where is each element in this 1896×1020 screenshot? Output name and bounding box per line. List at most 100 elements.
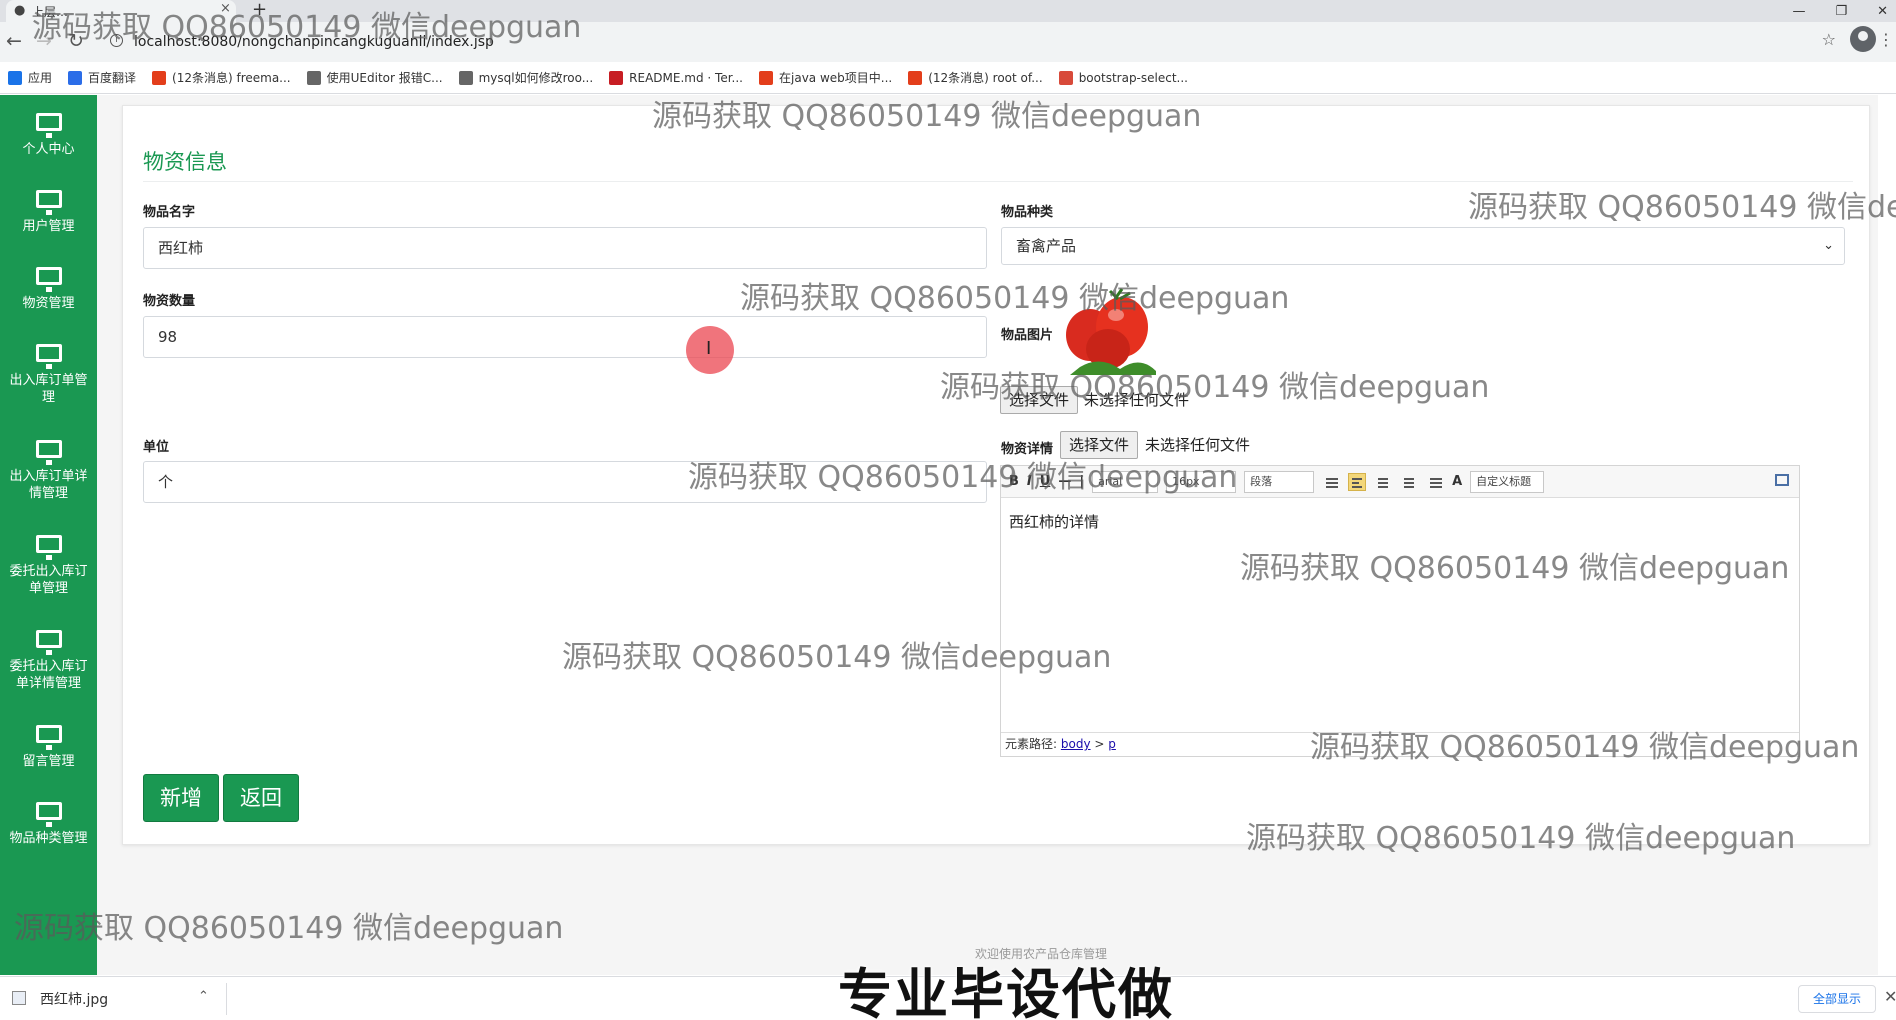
browser-titlebar: ● 上层… × + — ❐ ✕ xyxy=(0,0,1896,22)
sidebar: 个人中心 用户管理 物资管理 出入库订单管理 出入库订单详情管理 委托出入库订单… xyxy=(0,95,97,975)
strikethrough-icon[interactable]: — xyxy=(1058,474,1071,489)
bookmark-item[interactable]: bootstrap-select... xyxy=(1058,70,1188,85)
name-input[interactable]: 西红柿 xyxy=(143,227,987,269)
profile-avatar-icon[interactable] xyxy=(1850,26,1876,52)
sidebar-item-consign-order-management[interactable]: 委托出入库订单管理 xyxy=(0,535,97,597)
info-icon[interactable]: i xyxy=(110,34,123,47)
align-justify-icon[interactable] xyxy=(1426,473,1444,491)
sidebar-item-personal-center[interactable]: 个人中心 xyxy=(0,113,97,158)
paragraph-select[interactable]: 段落 xyxy=(1244,470,1315,493)
bookmark-star-icon[interactable]: ☆ xyxy=(1822,30,1836,49)
unit-input[interactable]: 个 xyxy=(143,461,987,503)
quantity-input[interactable]: 98 xyxy=(143,316,987,358)
bookmark-label: 在java web项目中... xyxy=(779,71,893,85)
url-field[interactable]: i localhost:8080/nongchanpincangkuguanli… xyxy=(100,28,1840,56)
address-bar-row: ← → ↻ i localhost:8080/nongchanpincangku… xyxy=(0,22,1896,62)
product-image xyxy=(1066,288,1156,375)
sidebar-item-message-management[interactable]: 留言管理 xyxy=(0,725,97,770)
sidebar-item-category-management[interactable]: 物品种类管理 xyxy=(0,802,97,847)
forward-icon[interactable]: → xyxy=(36,30,52,52)
sidebar-item-label: 出入库订单管理 xyxy=(9,373,88,405)
font-color-icon[interactable]: A xyxy=(1452,474,1462,489)
font-family-select[interactable]: arial xyxy=(1092,470,1159,493)
unit-label: 单位 xyxy=(143,440,170,455)
gitee-icon xyxy=(609,70,624,85)
minimize-icon[interactable]: — xyxy=(1792,4,1805,19)
sidebar-item-inout-order-detail-management[interactable]: 出入库订单详情管理 xyxy=(0,440,97,502)
sidebar-item-label: 留言管理 xyxy=(22,754,75,769)
add-button[interactable]: 新增 xyxy=(143,774,219,822)
back-button[interactable]: 返回 xyxy=(223,774,299,822)
category-select[interactable]: 畜禽产品 ⌄ xyxy=(1001,227,1845,265)
element-path-label: 元素路径: xyxy=(1005,737,1058,751)
bookmark-label: mysql如何修改roo... xyxy=(478,71,594,85)
download-file-name[interactable]: 西红柿.jpg xyxy=(40,989,108,1009)
new-tab-icon[interactable]: + xyxy=(252,0,267,20)
image-file-button[interactable]: 选择文件 xyxy=(1000,386,1079,414)
bookmarks-bar: 应用 百度翻译 (12条消息) freema... 使用UEditor 报错C... m… xyxy=(0,62,1896,94)
bookmark-item[interactable]: mysql如何修改roo... xyxy=(458,69,594,86)
align-center-icon[interactable] xyxy=(1374,473,1392,491)
italic-icon[interactable]: I xyxy=(1027,474,1032,489)
bookmark-item[interactable]: 百度翻译 xyxy=(68,69,136,86)
bookmark-item[interactable]: README.md · Ter... xyxy=(609,70,743,85)
bookmark-label: (12条消息) freema... xyxy=(172,71,291,85)
browser-menu-icon[interactable]: ⋮ xyxy=(1878,30,1894,49)
underline-icon[interactable]: U xyxy=(1040,474,1051,489)
back-icon[interactable]: ← xyxy=(6,30,22,52)
chevron-up-icon[interactable]: ⌃ xyxy=(198,989,209,1004)
align-right-icon[interactable] xyxy=(1400,473,1418,491)
link-icon xyxy=(458,70,473,85)
reload-icon[interactable]: ↻ xyxy=(68,30,84,52)
title-divider xyxy=(143,181,1853,182)
quantity-label: 物资数量 xyxy=(143,294,196,309)
bookmark-item[interactable]: (12条消息) freema... xyxy=(152,69,291,86)
bookmark-label: README.md · Ter... xyxy=(629,70,743,85)
element-path-body-link[interactable]: body xyxy=(1061,737,1091,751)
detail-file-button[interactable]: 选择文件 xyxy=(1060,431,1139,459)
monitor-icon xyxy=(35,440,62,465)
close-download-bar-icon[interactable]: ✕ xyxy=(1884,987,1896,1006)
bookmark-item[interactable]: 应用 xyxy=(8,69,52,86)
element-path-p-link[interactable]: p xyxy=(1108,737,1116,751)
sidebar-item-supplies-management[interactable]: 物资管理 xyxy=(0,267,97,312)
apps-grid-icon xyxy=(8,70,22,85)
restore-icon[interactable]: ❐ xyxy=(1835,4,1847,19)
table-icon[interactable] xyxy=(1322,473,1340,491)
close-window-icon[interactable]: ✕ xyxy=(1877,4,1888,19)
fullscreen-icon[interactable] xyxy=(1775,474,1789,486)
detail-file-status: 未选择任何文件 xyxy=(1145,436,1251,454)
bookmark-item[interactable]: (12条消息) root of... xyxy=(908,69,1043,86)
show-all-downloads-button[interactable]: 全部显示 xyxy=(1798,985,1876,1013)
monitor-icon xyxy=(35,535,62,560)
category-label: 物品种类 xyxy=(1001,205,1054,220)
sidebar-item-inout-order-management[interactable]: 出入库订单管理 xyxy=(0,344,97,406)
rich-text-editor: B I U — | arial 16px 段落 A 自定义标题 西红柿的详情 元… xyxy=(1000,465,1800,757)
image-file-status: 未选择任何文件 xyxy=(1084,391,1190,409)
align-left-icon[interactable] xyxy=(1348,472,1367,491)
video-caption: 专业毕设代做 xyxy=(838,963,1174,1020)
bold-icon[interactable]: B xyxy=(1009,474,1019,489)
bookmark-label: 百度翻译 xyxy=(88,71,137,85)
tab-title: 上层… xyxy=(32,5,69,19)
sidebar-item-user-management[interactable]: 用户管理 xyxy=(0,190,97,235)
sidebar-item-label: 用户管理 xyxy=(22,219,75,234)
bookmark-item[interactable]: 在java web项目中... xyxy=(759,69,892,86)
link-icon xyxy=(306,70,321,85)
baidu-translate-icon xyxy=(68,70,83,85)
font-size-select[interactable]: 16px xyxy=(1166,470,1237,493)
custom-title-select[interactable]: 自定义标题 xyxy=(1470,470,1545,493)
close-tab-icon[interactable]: × xyxy=(220,1,231,16)
text-cursor-icon[interactable]: | xyxy=(1079,474,1084,489)
image-label: 物品图片 xyxy=(1001,328,1054,343)
category-selected-value: 畜禽产品 xyxy=(1016,237,1077,255)
monitor-icon xyxy=(35,630,62,655)
element-path-separator: > xyxy=(1094,737,1105,751)
sidebar-item-consign-order-detail-management[interactable]: 委托出入库订单详情管理 xyxy=(0,630,97,692)
browser-tab[interactable]: ● 上层… × xyxy=(6,0,236,22)
editor-content[interactable]: 西红柿的详情 xyxy=(1009,511,1099,532)
monitor-icon xyxy=(35,190,62,215)
sidebar-item-label: 出入库订单详情管理 xyxy=(9,469,88,501)
bookmark-item[interactable]: 使用UEditor 报错C... xyxy=(306,69,443,86)
name-label: 物品名字 xyxy=(143,205,196,220)
